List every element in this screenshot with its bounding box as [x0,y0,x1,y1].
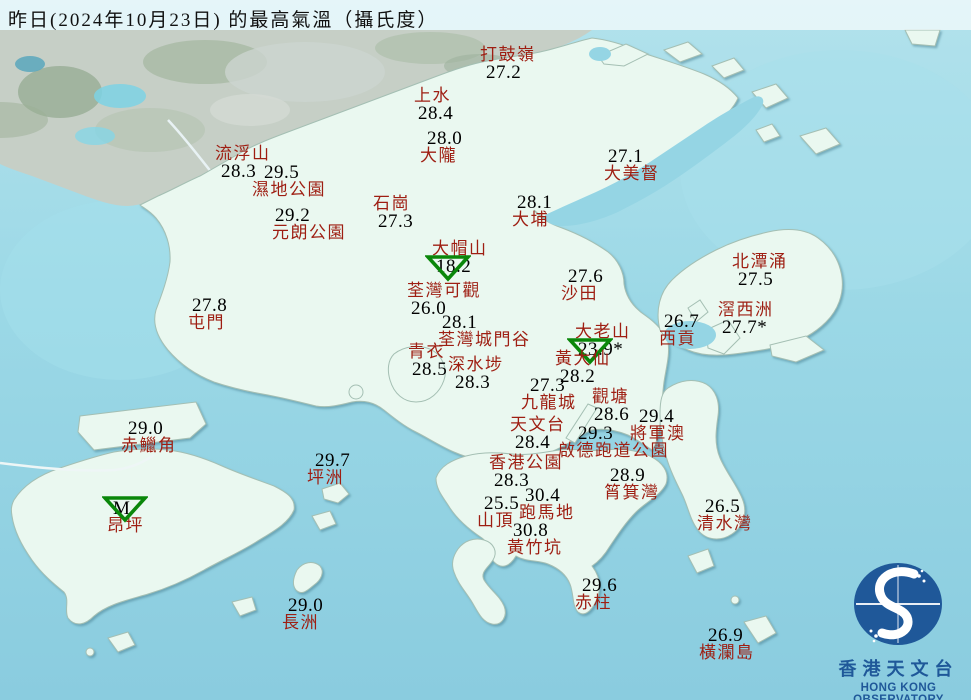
station-赤鱲角: 29.0赤鱲角 [121,419,177,455]
station-石崗: 石崗27.3 [373,196,413,232]
station-name: 大隴 [420,147,462,164]
station-name: 坪洲 [307,469,350,486]
station-name: 香港公園 [489,454,563,471]
station-濕地公園: 29.5濕地公園 [252,163,326,199]
station-元朗公園: 29.2元朗公園 [272,206,346,242]
station-昂坪: M昂坪 [107,499,144,535]
station-name: 大老山 [575,323,631,340]
station-赤柱: 29.6赤柱 [575,576,617,612]
station-屯門: 27.8屯門 [188,296,227,332]
station-name: 打鼓嶺 [480,46,536,63]
station-沙田: 27.6沙田 [561,267,603,303]
hko-logo-name-cn: 香港天文台 [826,655,971,681]
hko-logo-icon [826,556,971,652]
station-長洲: 29.0長洲 [282,596,323,632]
station-value: 28.6 [594,405,629,424]
station-深水埗: 深水埗28.3 [448,357,504,393]
station-name: 濕地公園 [252,181,326,198]
station-name: 北潭涌 [732,253,788,270]
station-name: 屯門 [188,314,227,331]
station-name: 大帽山 [432,240,488,257]
station-name: 沙田 [561,285,603,302]
station-name: 赤鱲角 [121,437,177,454]
station-value: 18.2 [436,257,488,276]
weather-map-page: 昨日(2024年10月23日) 的最高氣溫（攝氏度） 打鼓嶺27.2上水28.4… [0,0,971,700]
station-name: 啟德跑道公園 [558,442,669,459]
station-name: 黃大仙 [555,350,611,367]
station-name: 青衣 [408,343,447,360]
station-name: 橫瀾島 [699,644,755,661]
station-大隴: 28.0大隴 [420,129,462,165]
station-name: 西貢 [659,330,699,347]
station-name: 九龍城 [521,394,577,411]
station-北潭涌: 北潭涌27.5 [732,254,788,290]
station-name: 滘西洲 [718,301,774,318]
station-筲箕灣: 28.9筲箕灣 [604,466,660,502]
station-name: 荃灣城門谷 [438,331,531,348]
station-value: 28.3 [455,373,504,392]
station-青衣: 青衣28.5 [408,344,447,380]
hko-logo-name-en: HONG KONG OBSERVATORY [826,682,971,700]
station-name: 荃灣可觀 [407,282,481,299]
station-name: 筲箕灣 [604,484,660,501]
station-跑馬地: 30.4跑馬地 [519,486,575,522]
station-name: 上水 [414,87,453,104]
station-荃灣城門谷: 28.1荃灣城門谷 [438,313,531,349]
station-name: 赤柱 [575,594,617,611]
station-value: 27.3 [378,212,413,231]
station-value: 28.4 [418,104,453,123]
station-name: 清水灣 [697,515,753,532]
station-打鼓嶺: 打鼓嶺27.2 [480,47,536,83]
station-value: 27.5 [738,270,788,289]
station-name: 石崗 [373,195,413,212]
station-觀塘: 觀塘28.6 [592,389,629,425]
station-清水灣: 26.5清水灣 [697,497,753,533]
station-value: 27.2 [486,63,536,82]
station-大埔: 28.1大埔 [512,193,552,229]
station-九龍城: 27.3九龍城 [521,376,577,412]
station-橫瀾島: 26.9橫瀾島 [699,626,755,662]
station-name: 元朗公園 [272,224,346,241]
station-name: 大美督 [604,165,660,182]
station-西貢: 26.7西貢 [659,312,699,348]
station-name: 流浮山 [215,145,271,162]
station-坪洲: 29.7坪洲 [307,451,350,487]
station-黃竹坑: 30.8黃竹坑 [507,521,563,557]
station-value: 28.5 [412,360,447,379]
station-name: 黃竹坑 [507,539,563,556]
station-name: 長洲 [282,614,323,631]
station-上水: 上水28.4 [414,88,453,124]
station-value: 27.7* [722,318,774,337]
station-大美督: 27.1大美督 [604,147,660,183]
station-name: 昂坪 [107,517,144,534]
hko-logo: 香港天文台 HONG KONG OBSERVATORY [826,556,971,700]
station-啟德跑道公園: 29.3啟德跑道公園 [558,424,669,460]
station-大帽山: 大帽山18.2 [432,241,488,277]
station-name: 大埔 [512,211,552,228]
station-滘西洲: 滘西洲27.7* [718,302,774,338]
station-name: 觀塘 [592,388,629,405]
station-name: 深水埗 [448,356,504,373]
